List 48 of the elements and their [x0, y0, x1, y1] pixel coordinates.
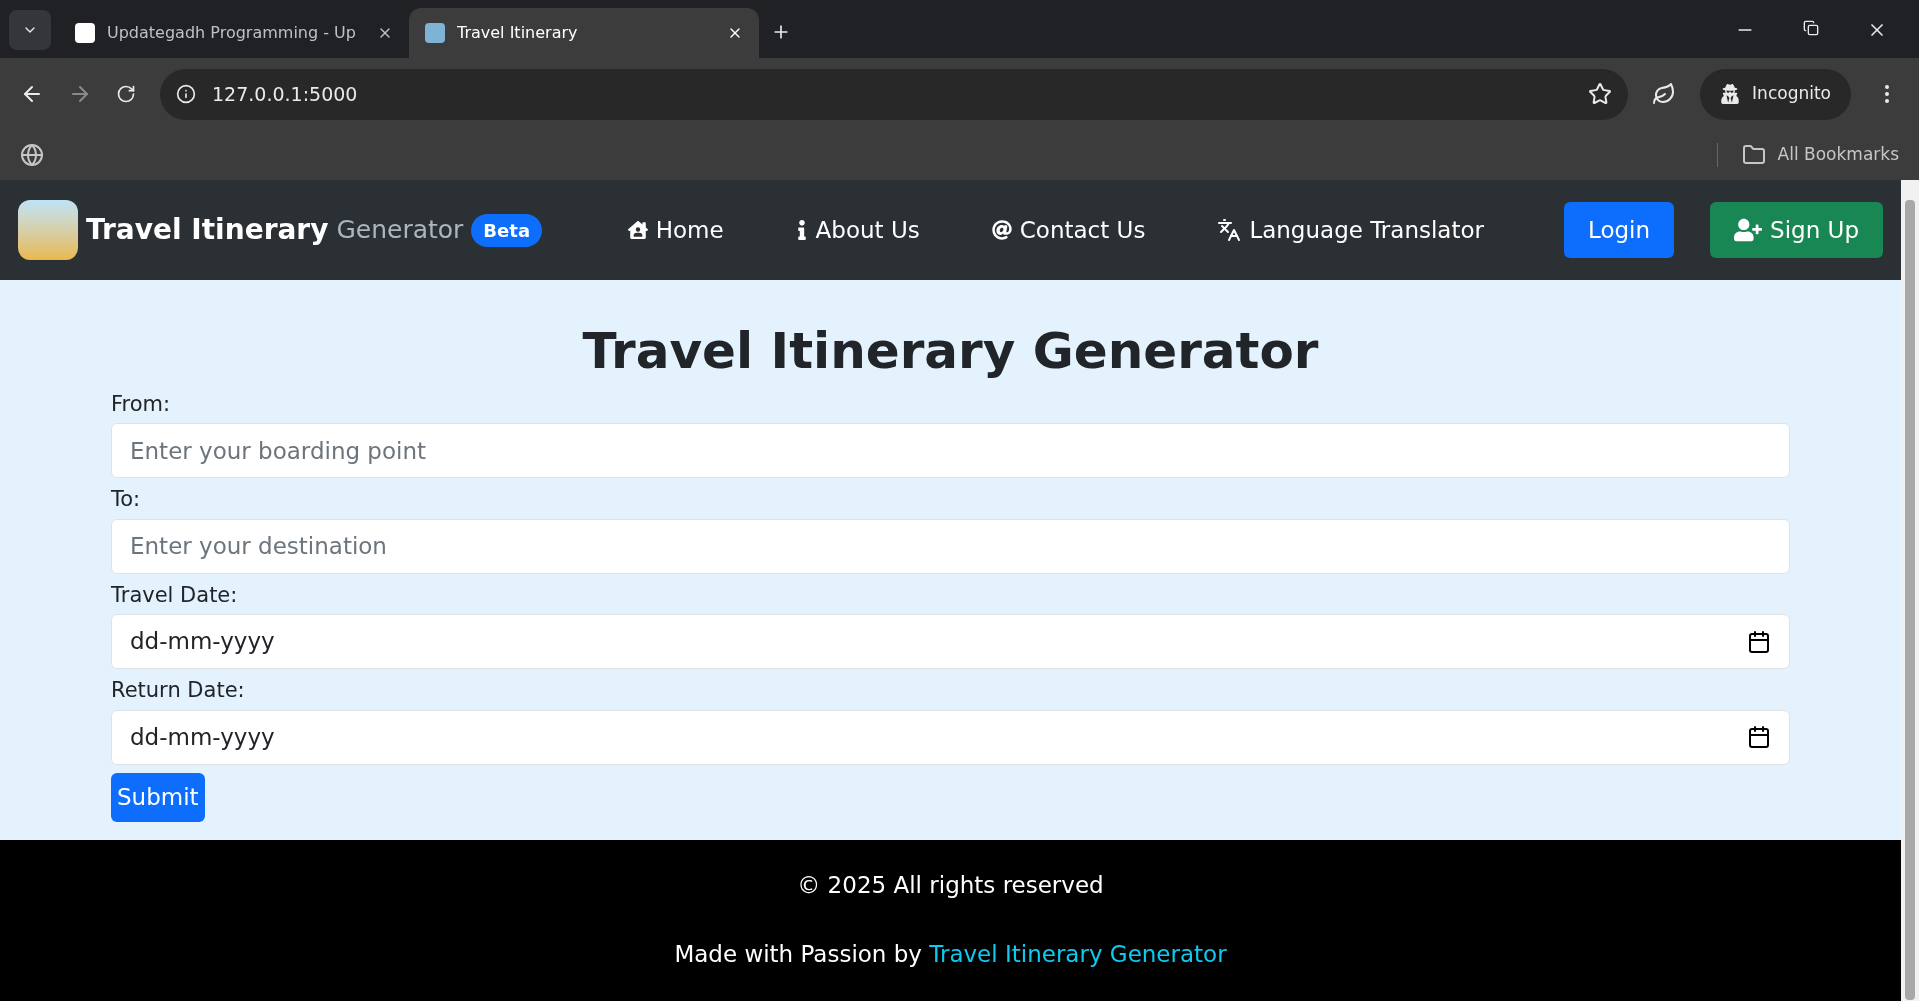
at-sign-icon [991, 220, 1012, 240]
favicon-icon [75, 23, 95, 43]
incognito-button[interactable]: Incognito [1700, 68, 1851, 120]
reload-icon[interactable] [116, 84, 136, 104]
nav-link[interactable]: Language Translator [1217, 212, 1484, 248]
footer-link[interactable]: Travel Itinerary Generator [929, 940, 1227, 967]
field-label: To: [111, 486, 141, 513]
restore-icon[interactable] [1803, 20, 1819, 36]
tab-title: Travel Itinerary [457, 22, 579, 44]
favicon-icon [425, 23, 445, 43]
info-icon [795, 220, 808, 240]
nav-link[interactable]: About Us [795, 212, 920, 248]
date-field[interactable]: dd-mm-yyyy [111, 614, 1790, 669]
submit-button[interactable]: Submit [111, 772, 205, 822]
field-label: Return Date: [111, 677, 245, 704]
date-field[interactable]: dd-mm-yyyy [111, 709, 1790, 765]
input-field[interactable]: Enter your destination [111, 518, 1790, 574]
calendar-icon[interactable] [1747, 629, 1771, 654]
logo-image [18, 200, 78, 260]
browser-tab[interactable]: Travel Itinerary [409, 8, 759, 58]
brand-subtitle: Generator [336, 214, 464, 247]
nav-link[interactable]: Contact Us [991, 212, 1146, 248]
page-title: Travel Itinerary Generator [581, 321, 1320, 382]
beta-badge: Beta [471, 213, 543, 247]
leaf-icon[interactable] [1652, 82, 1677, 106]
house-icon [627, 220, 648, 240]
scrollbar[interactable] [1901, 180, 1919, 1001]
brand-title: Travel Itinerary [86, 212, 329, 248]
star-icon[interactable] [1588, 82, 1613, 106]
globe-icon[interactable] [20, 143, 44, 167]
copyright-text: © 2025 All rights reserved [797, 871, 1104, 900]
nav-link[interactable]: Home [627, 212, 724, 248]
folder-icon [1741, 143, 1766, 167]
login-button[interactable]: Login [1564, 202, 1675, 258]
credit-text: Made with Passion by Travel Itinerary Generator [674, 939, 1227, 969]
add-user-icon [1734, 218, 1763, 242]
browser-tab[interactable]: Updategadh Programming - Up [59, 8, 409, 58]
input-field[interactable]: Enter your boarding point [111, 423, 1790, 478]
field-label: From: [111, 390, 171, 418]
tab-title: Updategadh Programming - Up [107, 22, 357, 44]
sign-up-button[interactable]: Sign Up [1710, 202, 1883, 258]
field-label: Travel Date: [111, 581, 238, 609]
address-bar[interactable]: 127.0.0.1:5000 [160, 68, 1629, 120]
info-icon[interactable] [176, 84, 196, 104]
translate-icon [1217, 218, 1242, 242]
calendar-icon[interactable] [1747, 725, 1771, 749]
all-bookmarks-button[interactable]: All Bookmarks [1741, 142, 1899, 168]
incognito-icon [1720, 84, 1741, 104]
